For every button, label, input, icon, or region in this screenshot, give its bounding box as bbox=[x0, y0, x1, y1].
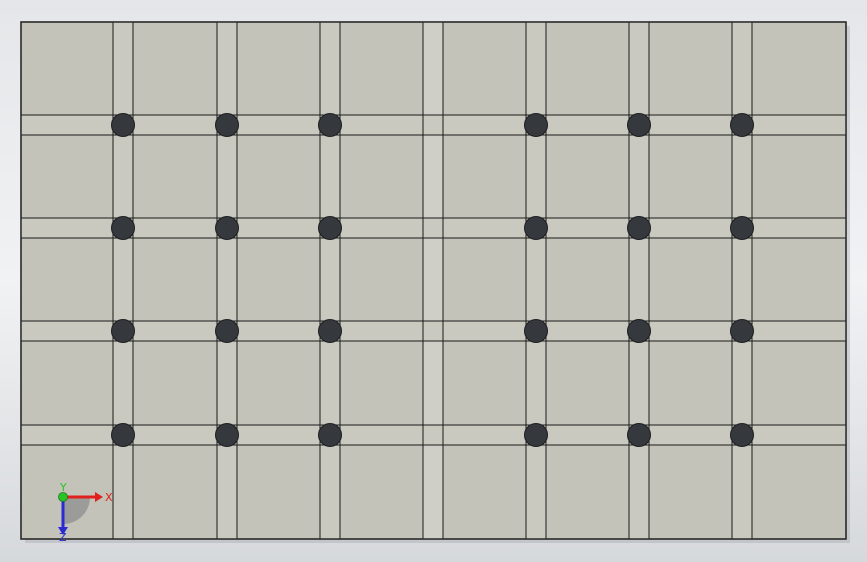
vertical-groove bbox=[320, 22, 340, 539]
hole bbox=[111, 423, 135, 447]
x-axis-label: X bbox=[105, 491, 113, 504]
hole bbox=[524, 423, 548, 447]
hole bbox=[318, 423, 342, 447]
hole bbox=[730, 216, 754, 240]
hole bbox=[524, 319, 548, 343]
hole bbox=[111, 319, 135, 343]
vertical-groove bbox=[113, 22, 133, 539]
grid-plate-part[interactable] bbox=[20, 21, 850, 543]
hole bbox=[627, 113, 651, 137]
groove-intersection bbox=[423, 425, 443, 445]
graphics-viewport[interactable]: X Y Z bbox=[0, 0, 867, 562]
hole bbox=[524, 113, 548, 137]
y-axis-label: Y bbox=[59, 481, 67, 494]
hole bbox=[318, 113, 342, 137]
z-axis-label: Z bbox=[59, 531, 67, 544]
hole bbox=[730, 113, 754, 137]
hole bbox=[111, 113, 135, 137]
hole bbox=[730, 319, 754, 343]
vertical-groove bbox=[217, 22, 237, 539]
groove-intersection bbox=[423, 218, 443, 238]
groove-intersection bbox=[423, 321, 443, 341]
vertical-groove bbox=[732, 22, 752, 539]
hole bbox=[318, 319, 342, 343]
vertical-groove bbox=[629, 22, 649, 539]
hole bbox=[215, 319, 239, 343]
hole bbox=[215, 423, 239, 447]
hole bbox=[215, 113, 239, 137]
hole bbox=[318, 216, 342, 240]
hole bbox=[627, 319, 651, 343]
vertical-groove bbox=[423, 22, 443, 539]
hole bbox=[627, 423, 651, 447]
groove-intersection bbox=[423, 115, 443, 135]
hole bbox=[524, 216, 548, 240]
vertical-groove bbox=[526, 22, 546, 539]
hole bbox=[111, 216, 135, 240]
hole bbox=[215, 216, 239, 240]
hole bbox=[730, 423, 754, 447]
model-view[interactable]: X Y Z bbox=[0, 0, 867, 562]
hole bbox=[627, 216, 651, 240]
